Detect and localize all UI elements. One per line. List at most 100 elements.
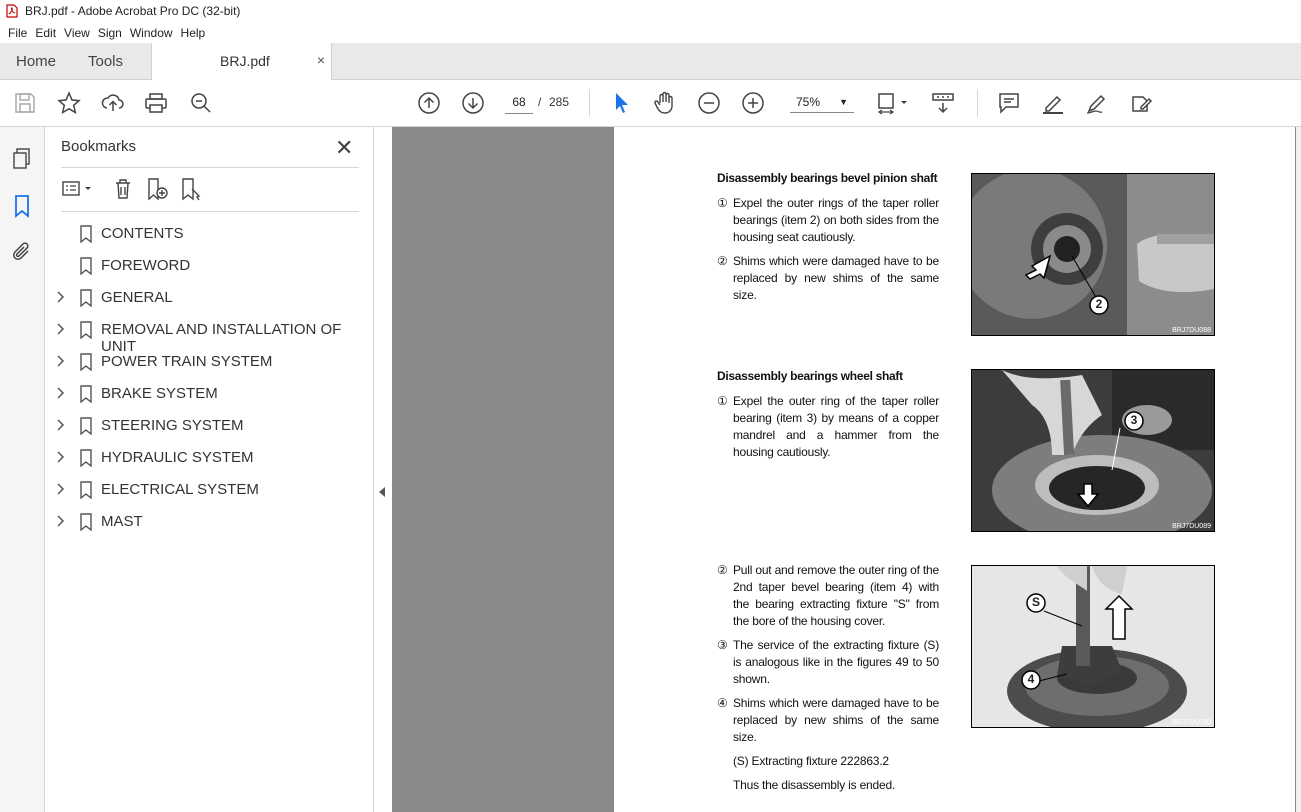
chevron-right-icon[interactable] [57,482,67,498]
menu-edit[interactable]: Edit [35,26,56,40]
bookmarks-title: Bookmarks [61,138,137,155]
bookmark-item[interactable]: BRAKE SYSTEM [45,382,373,406]
callout-label: 2 [1095,297,1103,311]
close-icon[interactable]: ✕ [335,135,353,161]
scroll-mode-icon[interactable] [931,91,955,115]
panel-splitter[interactable] [374,127,392,812]
delete-bookmark-icon[interactable] [111,177,135,201]
page-thumbnails-icon[interactable] [10,147,34,171]
attachments-icon[interactable] [10,240,34,264]
bookmark-label: STEERING SYSTEM [101,417,244,434]
bookmark-icon [79,225,93,244]
chevron-right-icon[interactable] [57,514,67,530]
bookmark-options-icon[interactable] [61,177,97,201]
photo-wheel-shaft-bearing: 3 BRJ7DU089 [971,369,1215,532]
tab-bar: Home Tools BRJ.pdf × [0,43,1301,80]
bookmark-label: CONTENTS [101,225,184,242]
print-icon[interactable] [144,91,168,115]
bookmark-item[interactable]: CONTENTS [45,222,373,246]
menu-help[interactable]: Help [181,26,206,40]
bookmark-icon [79,513,93,532]
bookmark-label: BRAKE SYSTEM [101,385,218,402]
chevron-right-icon[interactable] [57,290,67,306]
bookmark-item[interactable]: HYDRAULIC SYSTEM [45,446,373,470]
page-separator: / [538,95,542,109]
fit-page-icon[interactable] [876,91,912,115]
page-up-icon[interactable] [417,91,441,115]
vertical-scrollbar[interactable] [1296,127,1301,812]
document-viewer[interactable]: Disassembly bearings bevel pinion shaft … [392,127,1301,812]
bookmark-label: GENERAL [101,289,173,306]
hand-icon[interactable] [653,91,677,115]
select-arrow-icon[interactable] [609,91,633,115]
page-total: 285 [549,95,570,109]
bookmark-icon [79,481,93,500]
zoom-select[interactable]: 75% ▼ [790,91,854,113]
bookmark-label: FOREWORD [101,257,191,274]
page-down-icon[interactable] [461,91,485,115]
section-heading: Disassembly bearings bevel pinion shaft [717,171,938,185]
callout-label: S [1031,595,1040,609]
highlight-pen-icon[interactable] [1041,91,1065,115]
save-icon[interactable] [13,91,37,115]
menu-window[interactable]: Window [130,26,173,40]
page-number-input[interactable]: 68 [505,91,533,114]
callout-label: 4 [1027,672,1035,686]
bookmark-search-icon[interactable] [179,177,203,201]
acrobat-pdf-icon [6,4,18,18]
divider [61,167,359,168]
tab-home[interactable]: Home [16,53,56,70]
step-paragraph: ④ Shims which were damaged have to be rep… [717,696,939,744]
fixture-note: (S) Extracting fixture 222863.2 [733,754,889,768]
chevron-right-icon[interactable] [57,418,67,434]
bookmark-item[interactable]: ELECTRICAL SYSTEM [45,478,373,502]
close-tab-icon[interactable]: × [317,52,325,68]
edit-pdf-icon[interactable] [1129,91,1153,115]
section-taper-bevel-bearing: ② Pull out and remove the outer ring of t… [717,562,939,801]
toolbar-divider [977,89,978,117]
bookmark-item[interactable]: REMOVAL AND INSTALLATION OF UNIT [45,318,373,355]
menu-view[interactable]: View [64,26,90,40]
toolbar-divider [589,89,590,117]
zoom-value: 75% [796,95,821,109]
title-bar: BRJ.pdf - Adobe Acrobat Pro DC (32-bit) [0,0,1301,22]
bookmark-label: POWER TRAIN SYSTEM [101,353,273,370]
divider [61,211,359,212]
bookmark-icon [79,449,93,468]
bookmark-item[interactable]: FOREWORD [45,254,373,278]
chevron-right-icon[interactable] [57,322,67,338]
pdf-page: Disassembly bearings bevel pinion shaft … [614,127,1295,812]
menu-sign[interactable]: Sign [98,26,122,40]
image-code: BRJ7DU089 [1172,523,1211,530]
section-wheel-shaft: Disassembly bearings wheel shaft ① Expel … [717,368,939,468]
chevron-right-icon[interactable] [57,386,67,402]
collapse-panel-icon[interactable] [379,487,385,497]
sign-icon[interactable] [1085,91,1109,115]
chevron-down-icon: ▼ [839,97,848,107]
new-bookmark-icon[interactable] [145,177,169,201]
chevron-right-icon[interactable] [57,354,67,370]
bookmark-icon [79,417,93,436]
search-zoom-icon[interactable] [189,91,213,115]
bookmark-item[interactable]: MAST [45,510,373,534]
menu-bar: File Edit View Sign Window Help [0,22,1301,43]
step-paragraph: ① Expel the outer ring of the taper rolle… [717,394,939,459]
bookmark-icon [79,321,93,340]
bookmarks-panel-icon[interactable] [10,194,34,218]
bookmark-star-icon[interactable] [57,91,81,115]
zoom-in-icon[interactable] [741,91,765,115]
bookmark-item[interactable]: STEERING SYSTEM [45,414,373,438]
bookmark-item[interactable]: POWER TRAIN SYSTEM [45,350,373,374]
tab-tools[interactable]: Tools [88,53,123,70]
zoom-out-icon[interactable] [697,91,721,115]
upload-icon[interactable] [101,91,125,115]
comment-icon[interactable] [997,91,1021,115]
photo-extracting-fixture: S 4 BRJ7DU090 [971,565,1215,728]
menu-file[interactable]: File [8,26,27,40]
bookmark-item[interactable]: GENERAL [45,286,373,310]
bookmark-label: MAST [101,513,143,530]
bookmark-icon [79,289,93,308]
tab-document[interactable]: BRJ.pdf × [151,43,332,80]
bookmarks-panel: Bookmarks ✕ CONTENTS FOREWORD GENERAL REMOV… [45,127,374,812]
chevron-right-icon[interactable] [57,450,67,466]
